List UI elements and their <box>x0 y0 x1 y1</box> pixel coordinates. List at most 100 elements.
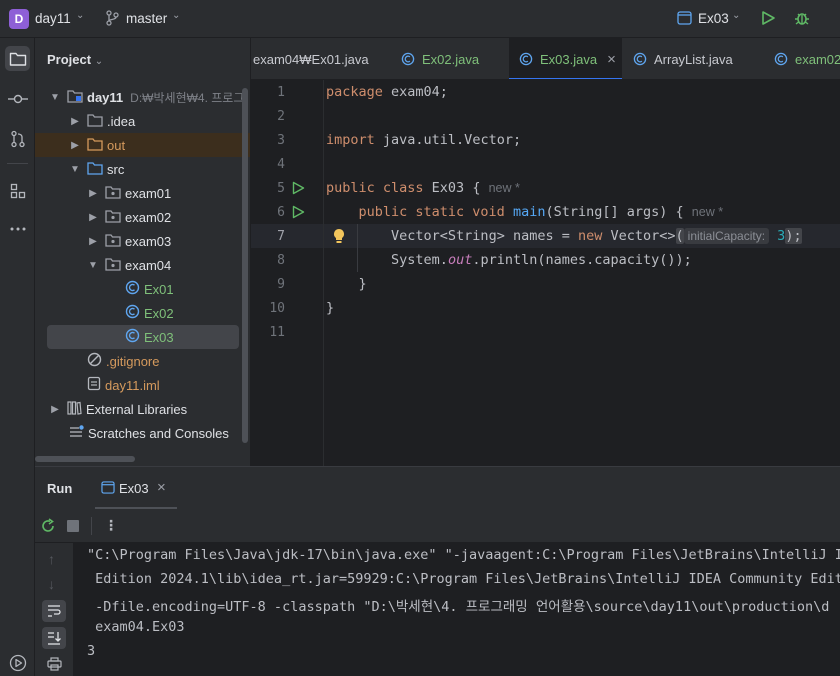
tree-item-exam04[interactable]: ▼ exam04 <box>35 253 250 277</box>
soft-wrap-icon[interactable] <box>42 600 66 622</box>
run-toolbar: ⋮ <box>35 509 840 543</box>
console-line: -Dfile.encoding=UTF-8 -classpath "D:\박세현… <box>87 599 830 615</box>
chevron-down-icon[interactable]: ▼ <box>87 260 99 271</box>
package-icon <box>105 257 121 274</box>
arrow-up-icon[interactable]: ↑ <box>48 551 55 567</box>
tree-item-out[interactable]: ▶ out <box>35 133 250 157</box>
close-icon[interactable]: × <box>607 51 616 68</box>
scratch-icon <box>69 424 84 442</box>
chevron-down-icon[interactable]: ▼ <box>69 164 81 175</box>
rerun-icon[interactable] <box>40 518 56 537</box>
run-icon[interactable] <box>760 10 776 29</box>
vertical-scrollbar[interactable] <box>242 88 248 443</box>
tree-item-iml[interactable]: day11.iml <box>35 373 250 397</box>
tool-window-stripe <box>0 38 35 676</box>
code-editor[interactable]: 1 2 3 4 5 6 7 8 9 10 11 package exam04; … <box>251 80 840 466</box>
parameter-hint: initialCapacity: <box>683 228 770 244</box>
editor-tab-bar: exam04₩Ex01.java Ex02.java Ex03.java × A… <box>251 38 840 80</box>
class-icon <box>401 52 415 66</box>
tree-item-exam02[interactable]: ▶ exam02 <box>35 205 250 229</box>
line-number: 10 <box>269 301 285 316</box>
branch-icon <box>105 10 119 29</box>
line-number: 1 <box>277 85 285 100</box>
author-hint: new * <box>488 181 520 195</box>
pull-request-icon[interactable] <box>5 126 30 151</box>
line-number: 8 <box>277 253 285 268</box>
chevron-right-icon[interactable]: ▶ <box>87 188 99 199</box>
line-number: 2 <box>277 109 285 124</box>
class-icon <box>774 52 788 66</box>
chevron-down-icon[interactable]: ⌄ <box>732 10 740 21</box>
package-icon <box>105 233 121 250</box>
gutter-separator <box>323 80 324 466</box>
tab-ex03[interactable]: Ex03.java × <box>509 38 622 79</box>
code-line-3: import java.util.Vector; <box>326 132 522 148</box>
tab-arraylist[interactable]: ArrayList.java <box>633 38 758 79</box>
tree-item-scratches[interactable]: Scratches and Consoles <box>35 421 250 445</box>
horizontal-scrollbar[interactable] <box>35 456 135 462</box>
module-file-icon <box>87 376 101 394</box>
tab-exam02[interactable]: exam02 <box>774 38 840 79</box>
run-gutter-icon[interactable] <box>292 205 305 222</box>
class-icon <box>519 52 533 66</box>
close-icon[interactable]: × <box>157 479 166 496</box>
print-icon[interactable] <box>47 657 62 674</box>
chevron-right-icon[interactable]: ▶ <box>87 236 99 247</box>
title-bar: D day11 ⌄ master ⌄ Ex03 ⌄ <box>0 0 840 38</box>
tree-item-ex01[interactable]: Ex01 <box>35 277 250 301</box>
tree-item-exam01[interactable]: ▶ exam01 <box>35 181 250 205</box>
chevron-right-icon[interactable]: ▶ <box>49 404 61 415</box>
arrow-down-icon[interactable]: ↓ <box>48 576 55 592</box>
tree-item-ex02[interactable]: Ex02 <box>35 301 250 325</box>
code-line-10: } <box>326 300 335 316</box>
project-badge[interactable]: D <box>9 9 29 29</box>
run-gutter-icon[interactable] <box>292 181 305 198</box>
tree-item-idea[interactable]: ▶ .idea <box>35 109 250 133</box>
run-tab-ex03[interactable]: Ex03 × <box>95 467 177 509</box>
line-number: 5 <box>277 181 285 196</box>
folder-icon[interactable] <box>5 46 30 71</box>
run-icon[interactable] <box>5 650 30 675</box>
author-hint: new * <box>691 205 724 219</box>
tree-item-external-libraries[interactable]: ▶ External Libraries <box>35 397 250 421</box>
line-number: 4 <box>277 157 285 172</box>
tree-item-src[interactable]: ▼ src <box>35 157 250 181</box>
code-line-6: public static void main(String[] args) {… <box>358 204 724 220</box>
package-icon <box>105 209 121 226</box>
tree-item-gitignore[interactable]: .gitignore <box>35 349 250 373</box>
chevron-right-icon[interactable]: ▶ <box>87 212 99 223</box>
class-icon <box>125 328 140 346</box>
code-line-8: System.out.println(names.capacity()); <box>391 252 692 268</box>
scroll-to-end-icon[interactable] <box>42 627 66 649</box>
more-icon[interactable]: ⋮ <box>104 517 118 534</box>
tree-item-ex03[interactable]: Ex03 <box>47 325 239 349</box>
debug-icon[interactable] <box>793 9 811 30</box>
more-icon[interactable] <box>5 216 30 241</box>
tree-root[interactable]: ▼ day11 D:₩박세현₩4. 프로그 <box>35 85 250 109</box>
structure-icon[interactable] <box>5 178 30 203</box>
stripe-divider <box>7 163 28 164</box>
tree-item-exam03[interactable]: ▶ exam03 <box>35 229 250 253</box>
chevron-down-icon: ⌄ <box>94 56 104 67</box>
tab-ex02[interactable]: Ex02.java <box>401 38 506 79</box>
chevron-down-icon[interactable]: ▼ <box>49 92 61 103</box>
run-header: Run Ex03 × <box>35 467 840 509</box>
run-panel-title: Run <box>47 481 73 496</box>
chevron-right-icon[interactable]: ▶ <box>69 116 81 127</box>
branch-name[interactable]: master <box>126 11 167 26</box>
panel-title[interactable]: Project ⌄ <box>47 52 103 67</box>
chevron-right-icon[interactable]: ▶ <box>69 140 81 151</box>
tab-ex01[interactable]: exam04₩Ex01.java <box>251 38 381 79</box>
run-tool-window: Run Ex03 × ⋮ ↑ ↓ "C:\Program Files\Java\… <box>35 466 840 676</box>
module-folder-icon <box>67 89 83 106</box>
run-config-selector[interactable]: Ex03 <box>698 11 729 26</box>
ignored-file-icon <box>87 352 102 370</box>
project-name[interactable]: day11 <box>35 11 71 26</box>
chevron-down-icon[interactable]: ⌄ <box>172 10 180 21</box>
stop-icon[interactable] <box>67 520 79 532</box>
commit-icon[interactable] <box>5 86 30 111</box>
library-icon <box>67 400 82 418</box>
chevron-down-icon[interactable]: ⌄ <box>76 10 84 21</box>
class-icon <box>125 280 140 298</box>
run-side-toolbar: ↑ ↓ <box>35 543 73 676</box>
